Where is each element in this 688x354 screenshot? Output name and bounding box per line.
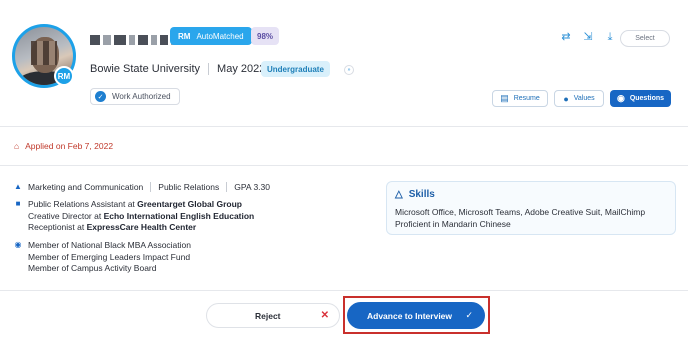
chat-icon: ◉: [616, 93, 625, 103]
close-icon: ✕: [320, 310, 329, 321]
membership-icon: ◉: [14, 240, 22, 249]
work-authorized-label: Work Authorized: [112, 92, 171, 101]
work-authorized-badge: ✓ Work Authorized: [90, 88, 180, 105]
reject-button[interactable]: Reject ✕: [206, 303, 340, 328]
automatched-label: AutoMatched: [196, 31, 244, 41]
avatar-blur: [31, 41, 57, 65]
skills-title: Skills: [408, 189, 435, 200]
select-button[interactable]: Select: [620, 30, 670, 47]
graduation-cap-icon: ▲: [14, 182, 22, 191]
experience-row: ■ Public Relations Assistant at Greentar…: [14, 199, 255, 234]
check-icon: ✓: [95, 91, 106, 102]
briefcase-icon: ■: [15, 199, 21, 208]
header-action-icons: ⇄ ⇲ ⤓: [560, 31, 616, 43]
skills-icon: △: [395, 189, 403, 200]
expand-icon[interactable]: »: [344, 65, 354, 75]
skills-card: △ Skills Microsoft Office, Microsoft Tea…: [386, 181, 676, 235]
membership-item: Member of National Black MBA Association: [28, 240, 191, 250]
school-name: Bowie State University: [90, 63, 201, 75]
gpa: GPA 3.30: [234, 182, 270, 192]
education-summary: Bowie State University May 2022: [90, 63, 265, 75]
memberships-row: ◉ Member of National Black MBA Associati…: [14, 240, 192, 275]
building-icon: ⌂: [14, 141, 20, 151]
match-score-badge: 98%: [251, 27, 280, 45]
check-icon: ✓: [465, 310, 473, 320]
values-button[interactable]: ● Values: [554, 90, 604, 107]
skills-language: Proficient in Mandarin Chinese: [395, 219, 511, 229]
experience-item: Receptionist at ExpressCare Health Cente…: [28, 222, 197, 232]
divider: [0, 126, 688, 127]
advance-label: Advance to Interview: [367, 310, 453, 321]
divider: [0, 165, 688, 166]
reject-label: Reject: [255, 310, 281, 321]
graduation-date: May 2022: [217, 63, 266, 75]
questions-button[interactable]: ◉ Questions: [610, 90, 671, 107]
resume-button[interactable]: ▤ Resume: [492, 90, 548, 107]
membership-item: Member of Campus Activity Board: [28, 263, 157, 273]
applied-date: ⌂ Applied on Feb 7, 2022: [14, 141, 114, 151]
experience-item: Creative Director at Echo International …: [28, 210, 255, 221]
divider: [0, 290, 688, 291]
person-icon: ●: [563, 93, 569, 104]
document-icon: ▤: [500, 93, 509, 103]
automatched-badge: RM AutoMatched: [170, 27, 252, 45]
major: Marketing and Communication: [28, 182, 144, 192]
minor: Public Relations: [158, 182, 220, 192]
level-badge: Undergraduate: [261, 61, 330, 77]
membership-item: Member of Emerging Leaders Impact Fund: [28, 251, 191, 262]
download-icon[interactable]: ⤓: [604, 31, 616, 43]
education-row: ▲ Marketing and Communication Public Rel…: [14, 182, 270, 192]
compare-icon[interactable]: ⇲: [582, 31, 594, 43]
rm-icon: RM: [178, 31, 191, 41]
advance-to-interview-button[interactable]: Advance to Interview ✓: [347, 302, 485, 329]
rm-badge: RM: [54, 66, 74, 86]
skills-list: Microsoft Office, Microsoft Teams, Adobe…: [395, 207, 646, 217]
shuffle-icon[interactable]: ⇄: [560, 31, 572, 43]
experience-item: Public Relations Assistant at Greentarge…: [28, 199, 242, 209]
